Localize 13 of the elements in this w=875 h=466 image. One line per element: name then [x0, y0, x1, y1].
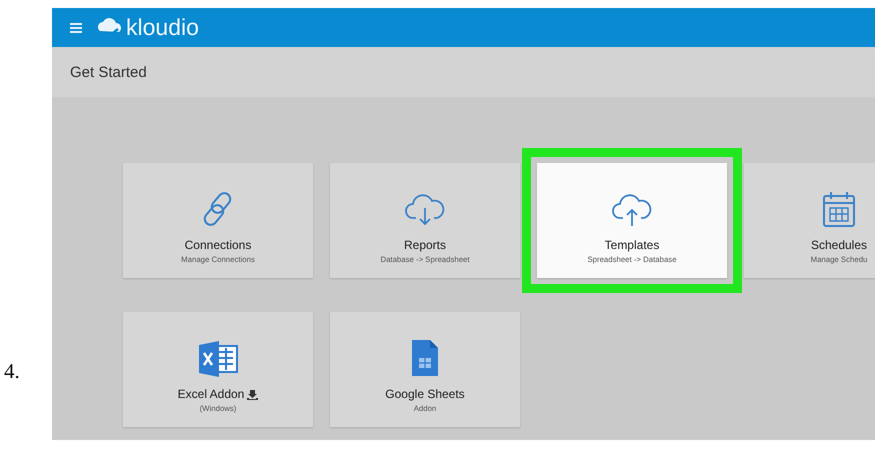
card-title: Excel Addon [178, 387, 244, 401]
step-number: 4. [4, 359, 20, 384]
card-title: Templates [604, 238, 660, 252]
card-title: Connections [184, 238, 252, 252]
menu-icon[interactable] [70, 22, 82, 32]
card-title: Schedules [810, 238, 868, 252]
document-grid-icon [410, 338, 440, 378]
card-title: Reports [404, 238, 446, 252]
card-title: Google Sheets [385, 387, 465, 401]
brand-name: kloudio [126, 14, 199, 41]
calendar-icon [821, 189, 857, 229]
page-title: Get Started [70, 64, 147, 80]
spreadsheet-app-icon [197, 340, 239, 378]
